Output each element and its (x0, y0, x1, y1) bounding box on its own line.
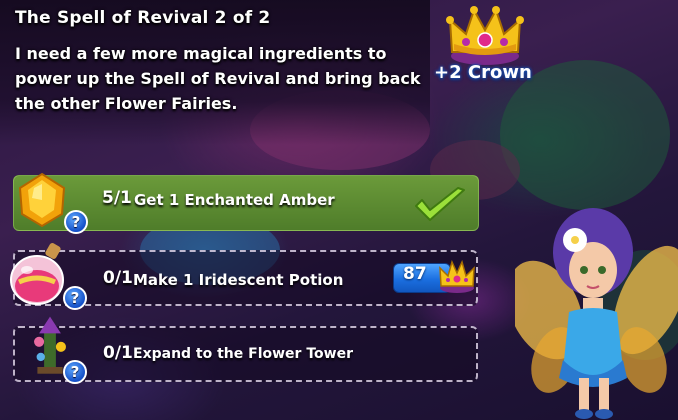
help-button[interactable]: ? (64, 210, 88, 234)
help-button[interactable]: ? (63, 360, 87, 384)
task-row-iridescent-potion: ? 0/1 Make 1 Iridescent Potion 87 (10, 243, 478, 310)
crown-icon (446, 6, 524, 65)
quest-title: The Spell of Revival 2 of 2 (15, 8, 271, 28)
task-row-flower-tower: ? 0/1 Expand to the Flower Tower (13, 316, 478, 384)
quest-reward: +2 Crown (432, 0, 552, 95)
skip-cost: 87 (403, 264, 427, 284)
task-text: Get 1 Enchanted Amber (134, 191, 335, 209)
task-row-enchanted-amber: ? 5/1 Get 1 Enchanted Amber (13, 172, 479, 234)
help-button[interactable]: ? (63, 286, 87, 310)
task-text: Expand to the Flower Tower (133, 346, 353, 362)
task-text: Make 1 Iridescent Potion (133, 271, 344, 289)
quest-description: I need a few more magical ingredients to… (15, 44, 421, 113)
crown-icon (439, 259, 475, 293)
task-progress: 5/1 (102, 188, 132, 208)
skip-task-button[interactable]: 87 (393, 259, 475, 296)
amber-icon (18, 172, 66, 228)
task-progress: 0/1 (103, 268, 133, 288)
reward-label: +2 Crown (434, 62, 532, 83)
fairy-character (515, 208, 678, 419)
checkmark-icon (415, 187, 465, 221)
task-progress: 0/1 (103, 343, 133, 363)
